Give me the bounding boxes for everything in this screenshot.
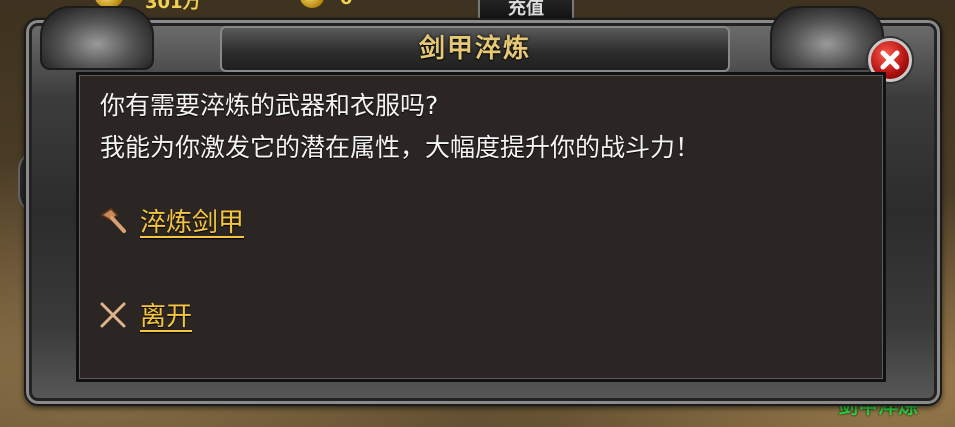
npc-dialog-line-2: 我能为你激发它的潜在属性，大幅度提升你的战斗力！	[100, 133, 701, 162]
ingot-amount: 0	[340, 0, 353, 9]
hammer-icon	[100, 207, 126, 233]
crossed-swords-icon	[100, 302, 126, 327]
option-leave[interactable]: 离开	[98, 296, 192, 333]
dialog-title: 剑甲淬炼	[418, 34, 531, 64]
option-refine-label[interactable]: 淬炼剑甲	[140, 202, 244, 239]
gold-amount: 301万	[145, 0, 201, 13]
option-leave-label[interactable]: 离开	[140, 296, 192, 333]
dragon-ornament-icon	[40, 6, 154, 70]
npc-dialog-line-1: 你有需要淬炼的武器和衣服吗?	[100, 91, 439, 120]
option-refine-equipment[interactable]: 淬炼剑甲	[98, 202, 244, 239]
dragon-ornament-icon	[770, 6, 884, 70]
